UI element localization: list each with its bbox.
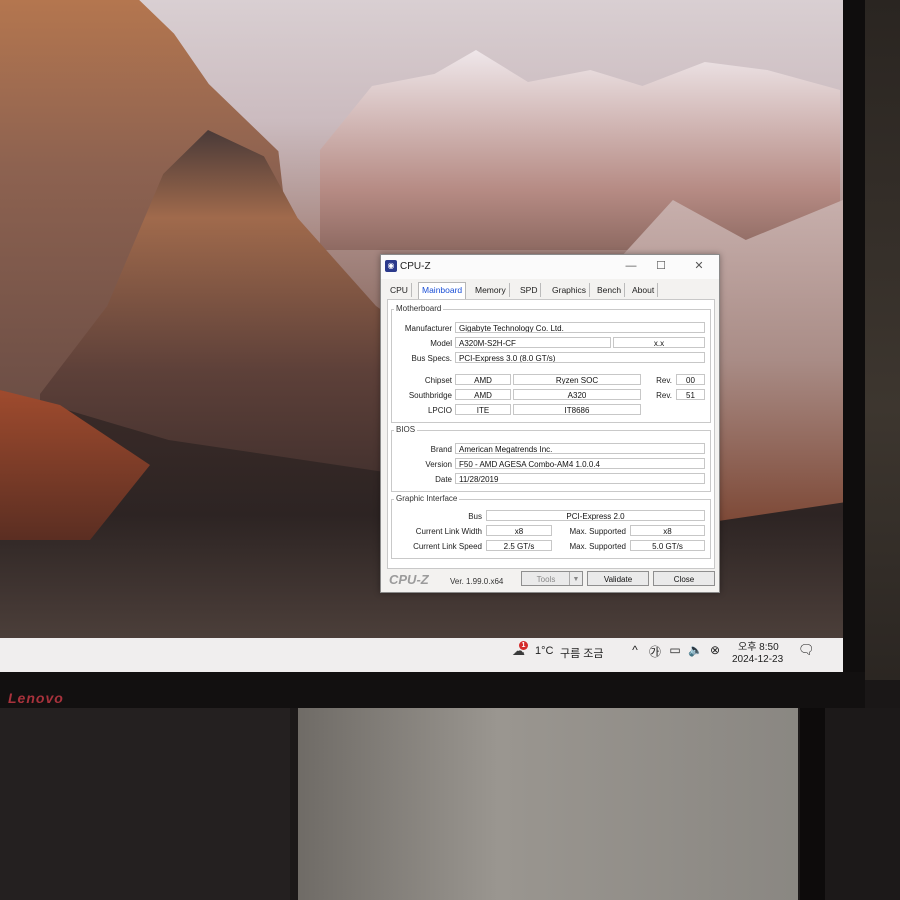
network-icon[interactable]: ▭	[668, 643, 682, 657]
chipset-rev-value: 00	[676, 374, 705, 385]
bios-group: BIOS Brand American Megatrends Inc. Vers…	[391, 425, 711, 492]
bus-specs-value: PCI-Express 3.0 (8.0 GT/s)	[455, 352, 705, 363]
gi-bus-value: PCI-Express 2.0	[486, 510, 705, 521]
lpcio-label: LPCIO	[427, 406, 452, 415]
clock-time[interactable]: 오후 8:50	[738, 638, 779, 653]
desk-shadow	[0, 708, 290, 900]
graphic-interface-group: Graphic Interface Bus PCI-Express 2.0 Cu…	[391, 494, 711, 559]
cpuz-window: ◉ CPU-Z — ☐ ✕ CPU Mainboard Memory SPD G…	[380, 254, 720, 593]
chipset-vendor-value: AMD	[455, 374, 511, 385]
southbridge-label: Southbridge	[408, 391, 452, 400]
max-link-width-label: Max. Supported	[569, 527, 626, 536]
link-width-value: x8	[486, 525, 552, 536]
clock-date[interactable]: 2024-12-23	[732, 654, 783, 665]
notification-icon[interactable]: 🗨	[798, 642, 816, 658]
tab-bench[interactable]: Bench	[594, 283, 626, 297]
southbridge-rev-value: 51	[676, 389, 705, 400]
chipset-name-value: Ryzen SOC	[513, 374, 641, 385]
minimize-button[interactable]: —	[617, 257, 645, 275]
ime-icon[interactable]: ㉮	[648, 643, 662, 660]
tab-memory[interactable]: Memory	[472, 283, 510, 297]
bios-version-value: F50 - AMD AGESA Combo-AM4 1.0.0.4	[455, 458, 705, 469]
chevron-down-icon[interactable]: ▼	[569, 572, 582, 585]
chipset-label: Chipset	[424, 376, 452, 385]
mainboard-panel: Motherboard Manufacturer Gigabyte Techno…	[387, 299, 715, 569]
maximize-button[interactable]: ☐	[647, 257, 675, 275]
southbridge-name-value: A320	[513, 389, 641, 400]
link-speed-label: Current Link Speed	[413, 542, 482, 551]
background-wall	[865, 0, 900, 680]
bios-version-label: Version	[425, 460, 452, 469]
gi-bus-label: Bus	[468, 512, 482, 521]
link-speed-value: 2.5 GT/s	[486, 540, 552, 551]
link-width-label: Current Link Width	[415, 527, 482, 536]
cancel-icon[interactable]: ⊗	[708, 643, 722, 657]
motherboard-title: Motherboard	[394, 304, 444, 313]
tab-graphics[interactable]: Graphics	[549, 283, 591, 297]
manufacturer-label: Manufacturer	[404, 324, 452, 333]
tab-spd[interactable]: SPD	[517, 283, 542, 297]
model-revision-value: x.x	[613, 337, 705, 348]
model-value: A320M-S2H-CF	[455, 337, 611, 348]
close-button[interactable]: Close	[653, 571, 715, 586]
wall-board	[298, 708, 798, 900]
cpuz-icon: ◉	[385, 260, 397, 272]
close-window-button[interactable]: ✕	[685, 257, 713, 275]
monitor-brand-logo: Lenovo	[8, 690, 64, 706]
monitor-bezel-bottom	[0, 672, 865, 708]
max-link-speed-value: 5.0 GT/s	[630, 540, 705, 551]
chevron-up-icon[interactable]: ^	[628, 643, 642, 657]
max-link-width-value: x8	[630, 525, 705, 536]
footer-bar: CPU-Z Ver. 1.99.0.x64 Tools ▼ Validate C…	[381, 569, 719, 591]
desk-area	[0, 708, 900, 900]
bus-specs-label: Bus Specs.	[411, 354, 452, 363]
weather-description[interactable]: 구름 조금	[560, 645, 604, 661]
volume-icon[interactable]: 🔈	[688, 643, 703, 657]
tab-about[interactable]: About	[629, 283, 659, 297]
bios-brand-label: Brand	[430, 445, 452, 454]
tab-cpu[interactable]: CPU	[387, 283, 412, 297]
max-link-speed-label: Max. Supported	[569, 542, 626, 551]
bios-brand-value: American Megatrends Inc.	[455, 443, 705, 454]
tools-dropdown[interactable]: Tools ▼	[521, 571, 583, 586]
lpcio-vendor-value: ITE	[455, 404, 511, 415]
lpcio-name-value: IT8686	[513, 404, 641, 415]
southbridge-rev-label: Rev.	[656, 391, 672, 400]
bios-title: BIOS	[394, 425, 418, 434]
title-bar[interactable]: ◉ CPU-Z — ☐ ✕	[381, 255, 719, 279]
validate-button[interactable]: Validate	[587, 571, 649, 586]
bios-date-label: Date	[435, 475, 452, 484]
window-title: CPU-Z	[400, 261, 431, 272]
graphic-interface-title: Graphic Interface	[394, 494, 460, 503]
tools-label: Tools	[536, 575, 556, 584]
wallpaper-snowy-mountains	[320, 50, 840, 250]
cpuz-logo: CPU-Z	[389, 572, 429, 587]
model-label: Model	[430, 339, 452, 348]
chipset-rev-label: Rev.	[656, 376, 672, 385]
bios-date-value: 11/28/2019	[455, 473, 705, 484]
monitor-stand	[800, 708, 825, 900]
tab-mainboard[interactable]: Mainboard	[418, 282, 467, 299]
monitor-bezel-right	[843, 0, 865, 680]
manufacturer-value: Gigabyte Technology Co. Ltd.	[455, 322, 705, 333]
southbridge-vendor-value: AMD	[455, 389, 511, 400]
motherboard-group: Motherboard Manufacturer Gigabyte Techno…	[391, 304, 711, 423]
weather-temperature[interactable]: 1°C	[535, 645, 553, 657]
version-text: Ver. 1.99.0.x64	[450, 577, 504, 586]
weather-badge: 1	[519, 641, 528, 650]
